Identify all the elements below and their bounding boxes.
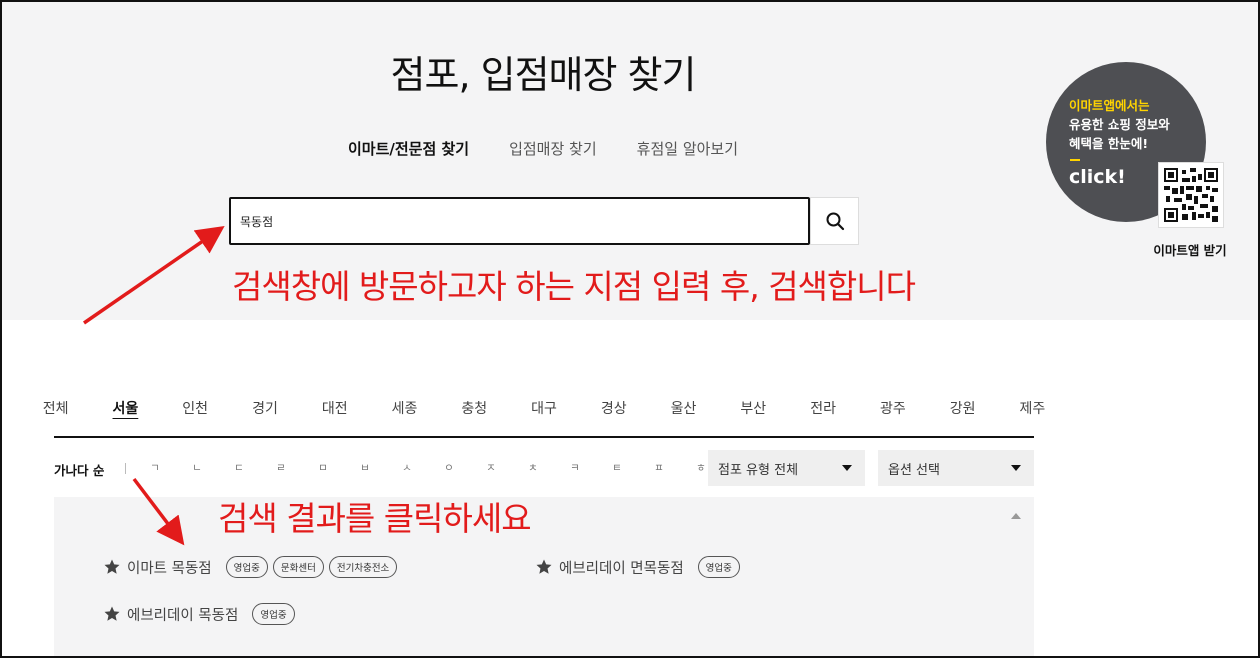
region-jeolla[interactable]: 전라 [802,398,844,418]
region-filter: 전체 서울 인천 경기 대전 세종 충청 대구 경상 울산 부산 전라 광주 강… [43,398,1045,418]
consonant-filter[interactable]: ㅌ [596,460,638,475]
consonant-filter[interactable]: ㅂ [344,460,386,475]
consonant-filter[interactable]: ㅊ [512,460,554,475]
consonant-filter[interactable]: ㄷ [218,460,260,475]
region-gyeongsang[interactable]: 경상 [593,398,635,418]
tab-holiday-info[interactable]: 휴점일 알아보기 [617,138,758,159]
star-icon[interactable] [103,605,121,623]
star-icon[interactable] [535,558,553,576]
feature-badge: 전기차충전소 [328,556,398,578]
search-input[interactable] [231,199,808,243]
consonant-filter[interactable]: ㅁ [302,460,344,475]
region-chungcheong[interactable]: 충청 [453,398,495,418]
qr-code-icon [1164,168,1218,222]
region-busan[interactable]: 부산 [732,398,774,418]
search-hint-annotation: 검색창에 방문하고자 하는 지점 입력 후, 검색합니다 [232,267,916,306]
promo-line-1: 이마트앱에서는 [1069,98,1150,113]
sort-divider [125,463,126,474]
region-all[interactable]: 전체 [35,398,77,418]
result-item-everyday-mokdong[interactable]: 에브리데이 목동점 영업중 [103,603,300,625]
qr-code[interactable] [1158,162,1224,228]
promo-line-3: 혜택을 한눈에! [1069,136,1149,151]
consonant-filter[interactable]: ㅇ [428,460,470,475]
promo-line-2: 유용한 쇼핑 정보와 [1069,117,1170,132]
consonant-filter[interactable]: ㅈ [470,460,512,475]
search-box [229,197,810,245]
promo-accent-dash [1070,159,1080,161]
region-jeju[interactable]: 제주 [1011,398,1053,418]
star-icon[interactable] [103,558,121,576]
option-select[interactable]: 옵션 선택 [878,450,1034,486]
consonant-index: ㄱ ㄴ ㄷ ㄹ ㅁ ㅂ ㅅ ㅇ ㅈ ㅊ ㅋ ㅌ ㅍ ㅎ [134,460,722,475]
result-hint-annotation: 검색 결과를 클릭하세요 [218,499,532,538]
store-name[interactable]: 에브리데이 면목동점 [559,557,684,578]
consonant-filter[interactable]: ㅅ [386,460,428,475]
store-name[interactable]: 에브리데이 목동점 [127,604,238,625]
region-incheon[interactable]: 인천 [174,398,216,418]
status-badge: 영업중 [225,556,268,578]
region-ulsan[interactable]: 울산 [663,398,705,418]
status-badge: 영업중 [252,603,295,625]
store-type-select[interactable]: 점포 유형 전체 [708,450,865,486]
region-divider [54,436,1034,438]
store-name[interactable]: 이마트 목동점 [127,557,212,578]
promo-click-text: click! [1069,166,1126,188]
status-badge: 영업중 [697,556,740,578]
tab-emart-store-finder[interactable]: 이마트/전문점 찾기 [328,138,489,159]
consonant-filter[interactable]: ㅍ [638,460,680,475]
region-daegu[interactable]: 대구 [523,398,565,418]
region-gangwon[interactable]: 강원 [942,398,984,418]
caret-down-icon [1011,465,1021,471]
result-item-everyday-myeonmok[interactable]: 에브리데이 면목동점 영업중 [535,556,745,578]
feature-badge: 문화센터 [272,556,324,578]
region-gwangju[interactable]: 광주 [872,398,914,418]
region-sejong[interactable]: 세종 [384,398,426,418]
scroll-up-arrow-icon[interactable] [1011,513,1021,519]
consonant-filter[interactable]: ㄹ [260,460,302,475]
caret-down-icon [842,465,852,471]
store-finder-tabs: 이마트/전문점 찾기 입점매장 찾기 휴점일 알아보기 [330,138,756,159]
search-icon [826,212,844,231]
tab-tenant-store-finder[interactable]: 입점매장 찾기 [489,138,617,159]
region-daejeon[interactable]: 대전 [314,398,356,418]
search-button[interactable] [810,197,859,245]
region-seoul[interactable]: 서울 [105,398,147,418]
result-item-emart-mokdong[interactable]: 이마트 목동점 영업중 문화센터 전기차충전소 [103,556,402,578]
region-gyeonggi[interactable]: 경기 [244,398,286,418]
consonant-filter[interactable]: ㄱ [134,460,176,475]
option-value: 옵션 선택 [888,462,940,478]
qr-label: 이마트앱 받기 [1153,243,1227,258]
page-title: 점포, 입점매장 찾기 [390,53,697,97]
results-scrollbar[interactable] [1008,497,1024,658]
sort-alphabetical[interactable]: 가나다 순 [54,460,104,479]
consonant-filter[interactable]: ㅋ [554,460,596,475]
store-type-value: 점포 유형 전체 [718,462,799,478]
consonant-filter[interactable]: ㄴ [176,460,218,475]
